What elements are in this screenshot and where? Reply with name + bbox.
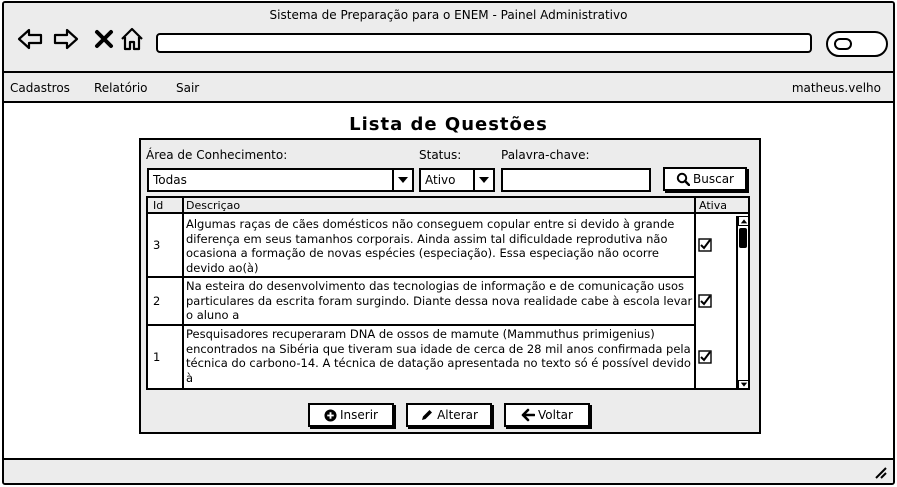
row-id: 3 bbox=[153, 238, 161, 252]
checkbox-checked-icon[interactable] bbox=[698, 294, 712, 308]
keyword-label: Palavra-chave: bbox=[501, 148, 590, 162]
search-button[interactable]: Buscar bbox=[663, 167, 747, 191]
edit-button[interactable]: Alterar bbox=[406, 403, 492, 427]
status-bar bbox=[4, 458, 893, 483]
url-bar[interactable] bbox=[156, 33, 812, 53]
close-icon[interactable] bbox=[90, 25, 118, 53]
row-description: Algumas raças de cães domésticos não con… bbox=[186, 217, 675, 275]
chevron-down-icon bbox=[473, 170, 493, 190]
magnifier-icon bbox=[676, 172, 691, 187]
row-id: 2 bbox=[153, 294, 161, 308]
area-select-value: Todas bbox=[153, 173, 187, 187]
column-header-active: Ativa bbox=[699, 199, 727, 212]
page-title: Lista de Questões bbox=[349, 114, 548, 135]
back-button-label: Voltar bbox=[538, 408, 573, 422]
plus-circle-icon bbox=[324, 409, 337, 422]
scrollbar-thumb[interactable] bbox=[739, 228, 747, 248]
browser-search-field[interactable] bbox=[826, 31, 888, 57]
row-id: 1 bbox=[153, 350, 161, 364]
pencil-icon bbox=[422, 410, 433, 420]
status-select-value: Ativo bbox=[425, 173, 456, 187]
checkbox-checked-icon[interactable] bbox=[698, 238, 712, 252]
window-title: Sistema de Preparação para o ENEM - Pain… bbox=[269, 8, 628, 22]
scroll-up-icon[interactable] bbox=[738, 216, 750, 226]
back-arrow-icon[interactable] bbox=[16, 25, 44, 53]
area-select[interactable]: Todas bbox=[147, 168, 414, 192]
chevron-down-icon bbox=[392, 170, 412, 190]
scroll-down-icon[interactable] bbox=[738, 380, 750, 390]
insert-button[interactable]: Inserir bbox=[308, 403, 394, 427]
column-header-description: Descriçao bbox=[186, 199, 241, 212]
area-label: Área de Conhecimento: bbox=[146, 148, 288, 162]
row-description: Pesquisadores recuperaram DNA de ossos d… bbox=[186, 327, 691, 385]
forward-arrow-icon[interactable] bbox=[52, 25, 80, 53]
table-row[interactable]: 1 Pesquisadores recuperaram DNA de ossos… bbox=[148, 326, 712, 388]
checkbox-checked-icon[interactable] bbox=[698, 350, 712, 364]
browser-window: Sistema de Preparação para o ENEM - Pain… bbox=[2, 1, 895, 485]
menu-item-sair[interactable]: Sair bbox=[176, 81, 199, 95]
table-header: Id Descriçao Ativa bbox=[148, 198, 748, 214]
title-bar: Sistema de Preparação para o ENEM - Pain… bbox=[4, 3, 893, 73]
status-label: Status: bbox=[419, 148, 462, 162]
menu-item-cadastros[interactable]: Cadastros bbox=[10, 81, 70, 95]
insert-button-label: Inserir bbox=[340, 408, 378, 422]
current-user: matheus.velho bbox=[791, 81, 881, 95]
home-icon[interactable] bbox=[118, 25, 146, 53]
menu-bar: Cadastros Relatório Sair matheus.velho bbox=[4, 73, 893, 103]
menu-item-relatorio[interactable]: Relatório bbox=[94, 81, 148, 95]
table-row[interactable]: 3 Algumas raças de cães domésticos não c… bbox=[148, 216, 712, 278]
search-icon bbox=[834, 38, 852, 50]
table-row[interactable]: 2 Na esteira do desenvolvimento das tecn… bbox=[148, 278, 712, 326]
arrow-left-icon bbox=[521, 408, 536, 422]
column-header-id: Id bbox=[153, 199, 164, 212]
search-button-label: Buscar bbox=[693, 172, 734, 186]
status-select[interactable]: Ativo bbox=[419, 168, 495, 192]
vertical-scrollbar[interactable] bbox=[736, 216, 750, 390]
resize-grip-icon[interactable] bbox=[873, 465, 887, 479]
edit-button-label: Alterar bbox=[437, 408, 478, 422]
questions-table: Id Descriçao Ativa 3 Algumas raças de cã… bbox=[146, 196, 750, 390]
back-button[interactable]: Voltar bbox=[504, 403, 590, 427]
row-description: Na esteira do desenvolvimento das tecnol… bbox=[186, 279, 693, 322]
keyword-input[interactable] bbox=[501, 168, 651, 192]
